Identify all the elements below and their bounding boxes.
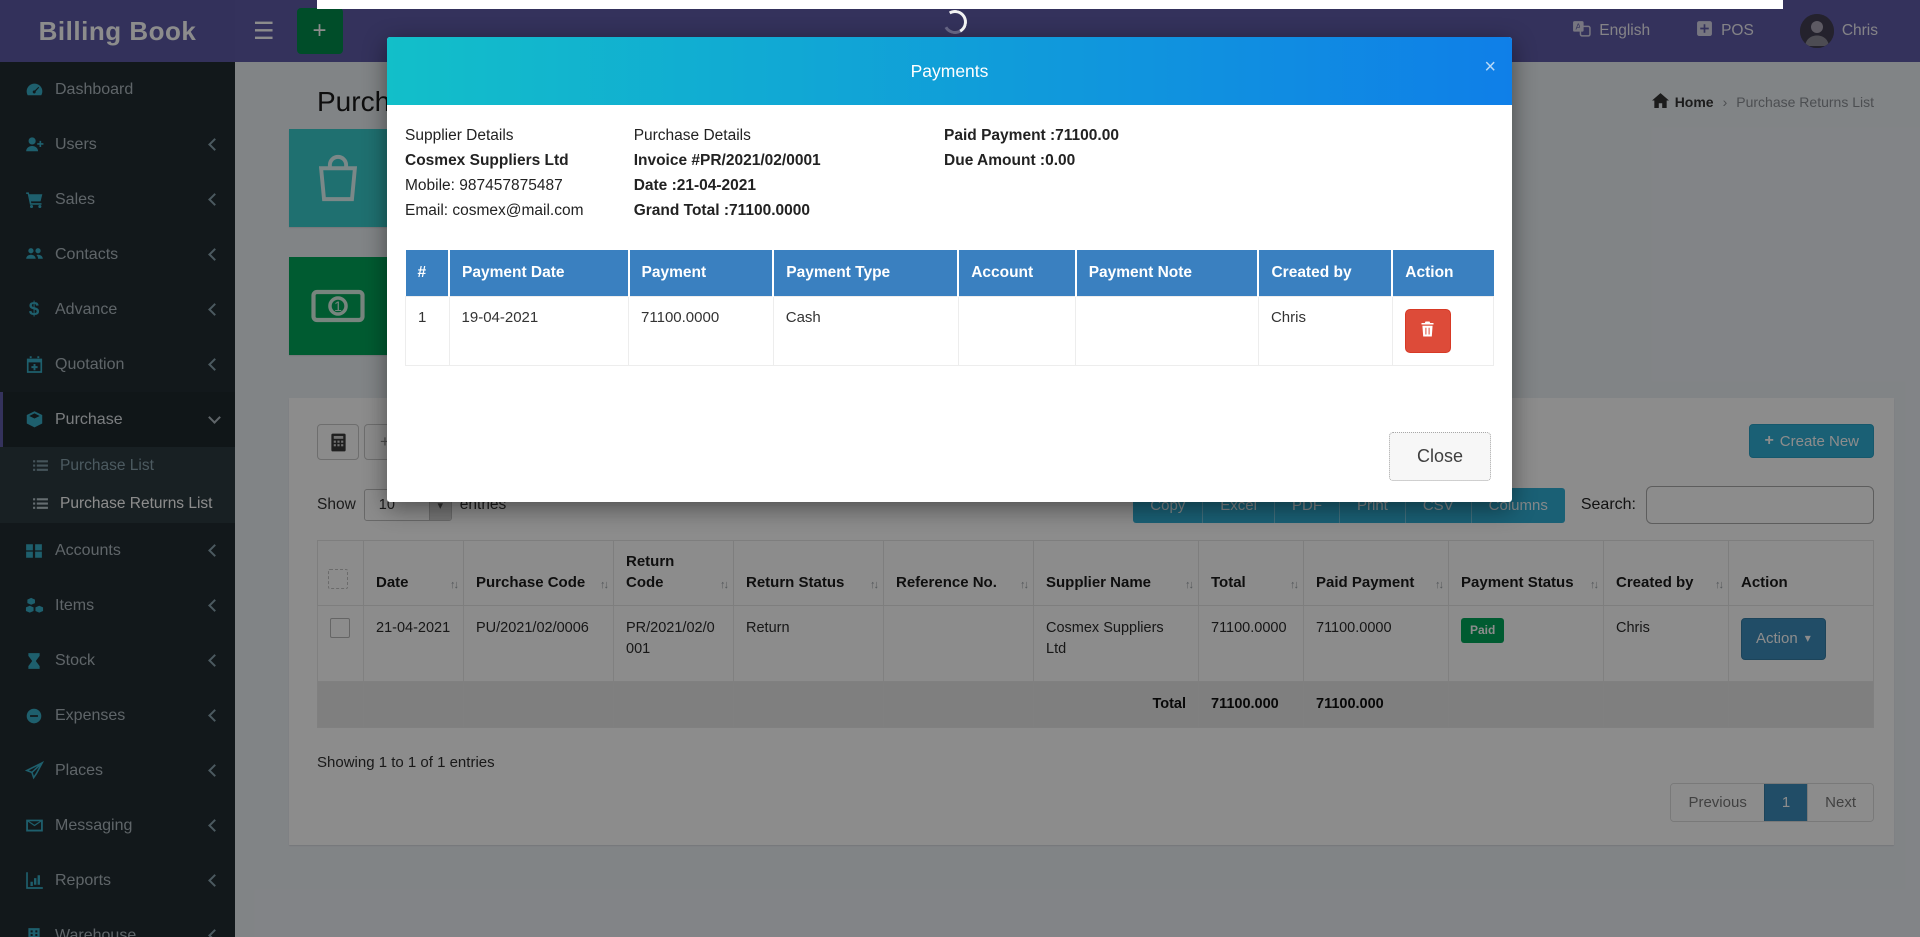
- pay-col-date: Payment Date: [449, 250, 629, 297]
- pay-col-payment: Payment: [629, 250, 774, 297]
- pay-cell-action: [1392, 297, 1493, 366]
- payments-table: # Payment Date Payment Payment Type Acco…: [405, 250, 1494, 366]
- modal-header: Payments ×: [387, 37, 1512, 105]
- trash-icon: [1420, 321, 1435, 341]
- loading-bar: [317, 0, 1783, 9]
- supplier-details-heading: Supplier Details: [405, 123, 634, 148]
- purchase-details-heading: Purchase Details: [634, 123, 944, 148]
- pay-col-created-by: Created by: [1258, 250, 1392, 297]
- pay-col-account: Account: [958, 250, 1076, 297]
- invoice-number: Invoice #PR/2021/02/0001: [634, 148, 944, 173]
- pay-col-num: #: [406, 250, 450, 297]
- app-window: Billing Book ☰ + A English POS Chris: [0, 0, 1920, 937]
- supplier-name: Cosmex Suppliers Ltd: [405, 148, 634, 173]
- delete-payment-button[interactable]: [1405, 309, 1451, 353]
- supplier-mobile: Mobile: 987457875487: [405, 173, 634, 198]
- payments-header-row: # Payment Date Payment Payment Type Acco…: [406, 250, 1494, 297]
- grand-total: Grand Total :71100.0000: [634, 198, 944, 223]
- pay-cell-num: 1: [406, 297, 450, 366]
- pay-cell-account: [958, 297, 1076, 366]
- close-icon[interactable]: ×: [1484, 57, 1496, 77]
- payment-row: 1 19-04-2021 71100.0000 Cash Chris: [406, 297, 1494, 366]
- pay-col-note: Payment Note: [1076, 250, 1259, 297]
- due-amount: Due Amount :0.00: [944, 148, 1494, 173]
- payments-modal: Payments × Supplier Details Cosmex Suppl…: [387, 37, 1512, 502]
- paid-payment: Paid Payment :71100.00: [944, 123, 1494, 148]
- pay-col-type: Payment Type: [773, 250, 958, 297]
- supplier-email: Email: cosmex@mail.com: [405, 198, 634, 223]
- pay-cell-date: 19-04-2021: [449, 297, 629, 366]
- supplier-details: Supplier Details Cosmex Suppliers Ltd Mo…: [405, 123, 634, 223]
- purchase-date: Date :21-04-2021: [634, 173, 944, 198]
- pay-cell-note: [1076, 297, 1259, 366]
- purchase-details: Purchase Details Invoice #PR/2021/02/000…: [634, 123, 944, 223]
- payment-summary: Paid Payment :71100.00 Due Amount :0.00: [944, 123, 1494, 223]
- pay-cell-type: Cash: [773, 297, 958, 366]
- modal-title: Payments: [911, 61, 989, 82]
- close-button[interactable]: Close: [1389, 432, 1491, 481]
- pay-cell-payment: 71100.0000: [629, 297, 774, 366]
- pay-col-action: Action: [1392, 250, 1493, 297]
- pay-cell-created-by: Chris: [1258, 297, 1392, 366]
